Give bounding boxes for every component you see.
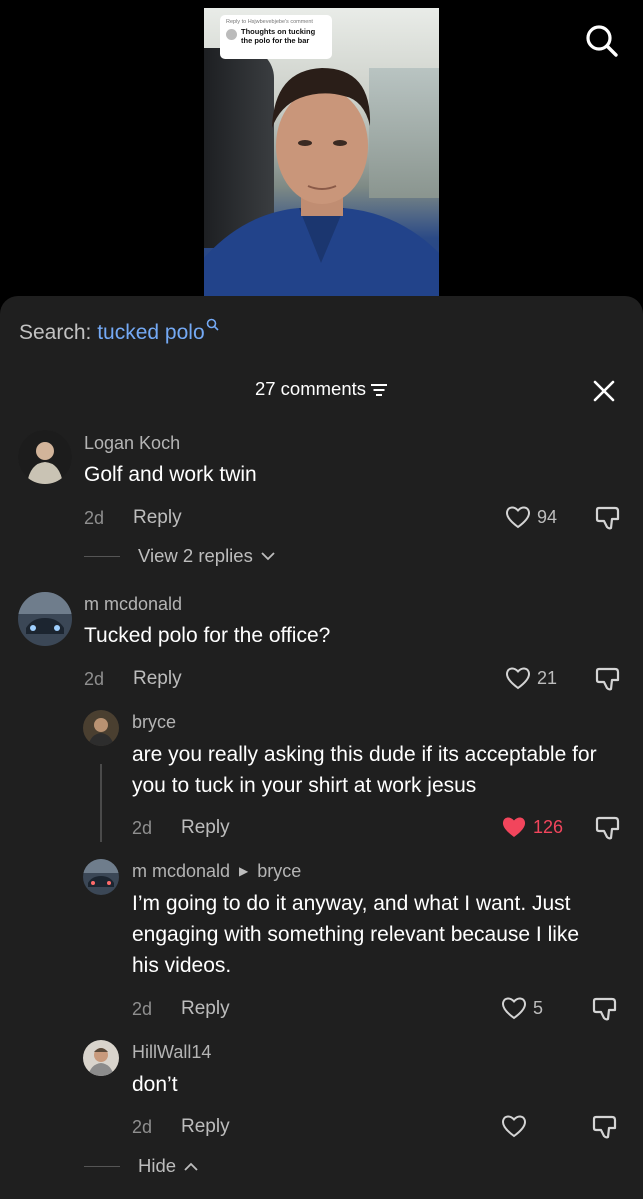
like-button[interactable]: 5 bbox=[501, 996, 543, 1020]
sticker-avatar bbox=[226, 29, 237, 40]
chevron-down-icon bbox=[261, 551, 275, 560]
avatar-image bbox=[83, 1040, 119, 1076]
avatar-image bbox=[18, 430, 72, 484]
heart-icon bbox=[501, 997, 527, 1020]
heart-icon bbox=[501, 1115, 527, 1138]
dislike-icon[interactable] bbox=[595, 666, 621, 692]
sticker-text: Thoughts on tucking the polo for the bar bbox=[241, 27, 316, 45]
reply-arrow-icon: ▶ bbox=[239, 864, 249, 878]
like-button[interactable]: 21 bbox=[505, 666, 557, 690]
reply-username[interactable]: bryce bbox=[132, 712, 176, 733]
comment-username[interactable]: m mcdonald bbox=[84, 594, 182, 615]
thread-line bbox=[100, 764, 102, 842]
heart-filled-icon bbox=[502, 817, 526, 837]
search-prefix: Search: bbox=[19, 321, 92, 344]
reply-text: don’t bbox=[132, 1073, 178, 1096]
avatar[interactable] bbox=[18, 592, 72, 646]
close-icon[interactable] bbox=[592, 379, 616, 403]
reply-button[interactable]: Reply bbox=[181, 817, 230, 839]
view-replies-button[interactable]: View 2 replies bbox=[84, 545, 275, 567]
video-preview[interactable]: Reply to Hsjwbevebjebe's comment Thought… bbox=[204, 8, 439, 296]
small-search-icon bbox=[206, 318, 219, 331]
like-count: 21 bbox=[537, 667, 558, 688]
reply-to-username[interactable]: bryce bbox=[257, 861, 301, 881]
dislike-icon[interactable] bbox=[595, 815, 621, 841]
like-count: 94 bbox=[537, 506, 558, 527]
like-button[interactable]: 94 bbox=[505, 505, 557, 529]
avatar[interactable] bbox=[83, 710, 119, 746]
reply-button[interactable]: Reply bbox=[181, 998, 230, 1020]
comment-time: 2d bbox=[84, 669, 105, 689]
heart-icon bbox=[505, 506, 531, 529]
like-count: 5 bbox=[533, 997, 544, 1018]
reply-username[interactable]: m mcdonald bbox=[132, 861, 230, 881]
like-button[interactable]: 126 bbox=[501, 815, 563, 839]
reply-button[interactable]: Reply bbox=[133, 507, 182, 529]
comment-time: 2d bbox=[84, 508, 105, 528]
view-replies-label: View 2 replies bbox=[138, 545, 253, 566]
dislike-icon[interactable] bbox=[595, 505, 621, 531]
like-button[interactable] bbox=[501, 1114, 533, 1138]
avatar[interactable] bbox=[83, 859, 119, 895]
reply-sticker: Reply to Hsjwbevebjebe's comment Thought… bbox=[220, 15, 332, 59]
sticker-caption: Reply to Hsjwbevebjebe's comment bbox=[226, 19, 313, 25]
avatar[interactable] bbox=[18, 430, 72, 484]
reply-time: 2d bbox=[132, 818, 153, 838]
reply-time: 2d bbox=[132, 1117, 153, 1137]
divider-line bbox=[84, 1165, 120, 1167]
avatar-image bbox=[83, 859, 119, 895]
filter-icon[interactable] bbox=[370, 383, 388, 397]
dislike-icon[interactable] bbox=[592, 996, 618, 1022]
related-search[interactable]: Search: tucked polo bbox=[19, 318, 219, 345]
reply-button[interactable]: Reply bbox=[181, 1116, 230, 1138]
reply-text: are you really asking this dude if its a… bbox=[132, 743, 597, 797]
reply-username-line: m mcdonald ▶ bryce bbox=[132, 861, 301, 882]
hide-replies-button[interactable]: Hide bbox=[84, 1155, 198, 1177]
comment-count: 27 comments bbox=[254, 378, 367, 399]
heart-icon bbox=[505, 667, 531, 690]
avatar-image bbox=[83, 710, 119, 746]
comment-username[interactable]: Logan Koch bbox=[84, 433, 180, 454]
dislike-icon[interactable] bbox=[592, 1114, 618, 1140]
search-keyword[interactable]: tucked polo bbox=[97, 321, 204, 344]
reply-time: 2d bbox=[132, 999, 153, 1019]
reply-username[interactable]: HillWall14 bbox=[132, 1042, 211, 1063]
chevron-up-icon bbox=[184, 1162, 198, 1171]
search-icon[interactable] bbox=[583, 22, 621, 60]
comments-header: 27 comments bbox=[0, 378, 643, 400]
reply-text: I’m going to do it anyway, and what I wa… bbox=[132, 892, 580, 977]
comment-text: Tucked polo for the office? bbox=[84, 624, 331, 647]
avatar-image bbox=[18, 592, 72, 646]
reply-button[interactable]: Reply bbox=[133, 668, 182, 690]
comment-text: Golf and work twin bbox=[84, 463, 257, 486]
like-count: 126 bbox=[533, 816, 564, 837]
avatar[interactable] bbox=[83, 1040, 119, 1076]
comments-sheet: Search: tucked polo 27 comments Logan Ko… bbox=[0, 296, 643, 1199]
divider-line bbox=[84, 555, 120, 557]
hide-label: Hide bbox=[138, 1155, 177, 1176]
